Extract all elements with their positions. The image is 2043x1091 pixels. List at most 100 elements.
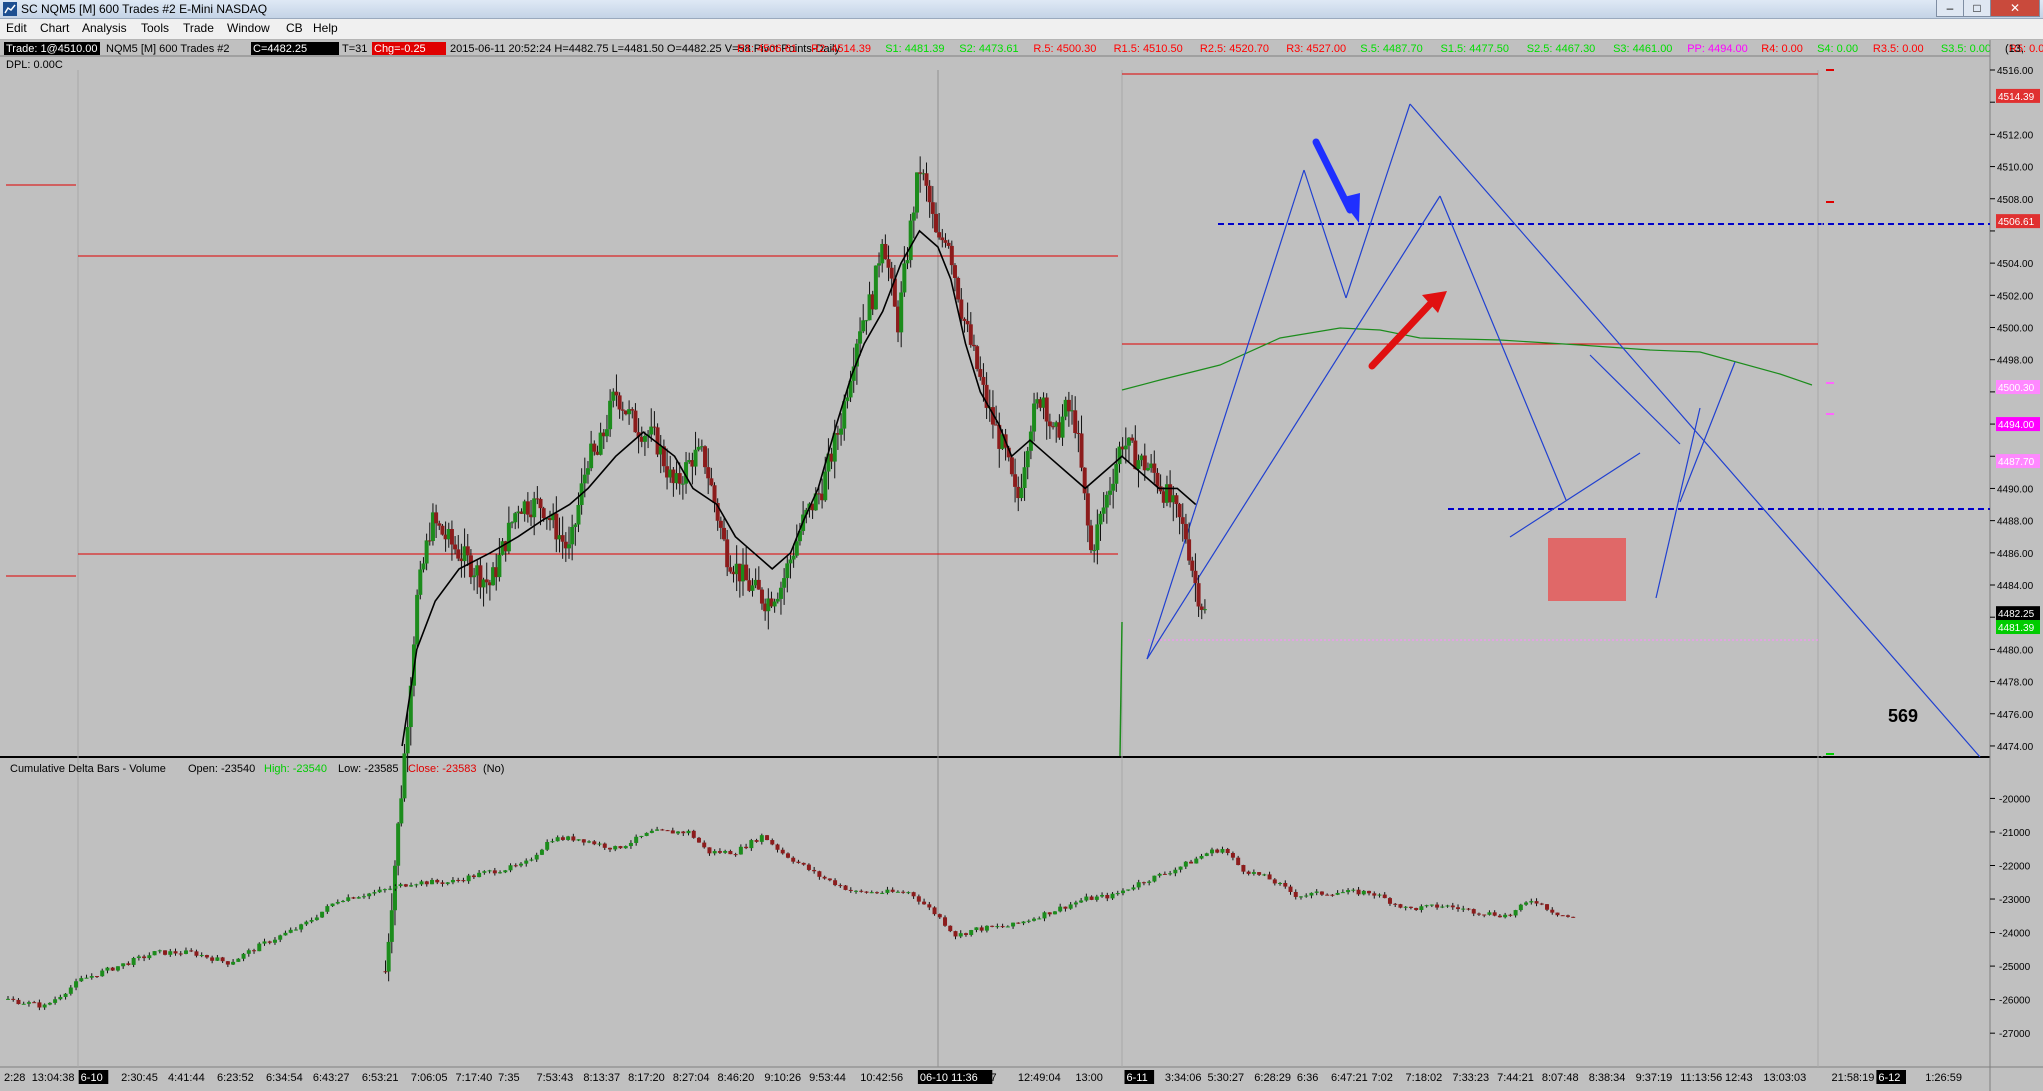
menu-analysis[interactable]: Analysis bbox=[82, 21, 127, 35]
delta-bar bbox=[105, 967, 110, 971]
price-tick-label: 4478.00 bbox=[1997, 678, 2034, 689]
time-label: 6:23:52 bbox=[217, 1072, 254, 1084]
delta-bar bbox=[142, 956, 147, 959]
menu-window[interactable]: Window bbox=[227, 21, 270, 35]
time-axis[interactable]: 2:28 13:04:38 6-10 2:30:45 4:41:44 6:23:52 6:3… bbox=[4, 1070, 1962, 1084]
delta-bar bbox=[1105, 894, 1110, 899]
minimize-button[interactable]: – bbox=[1936, 0, 1964, 17]
delta-bar bbox=[1047, 912, 1052, 915]
time-label: 6:34:54 bbox=[266, 1072, 303, 1084]
candle-body bbox=[756, 579, 761, 590]
time-label: 7:06:05 bbox=[411, 1072, 448, 1084]
price-tick-label: 4508.00 bbox=[1997, 195, 2034, 206]
menu-chart[interactable]: Chart bbox=[40, 21, 69, 35]
delta-bar bbox=[1194, 858, 1199, 864]
candle-body bbox=[1060, 416, 1065, 438]
time-label: 6:28:29 bbox=[1254, 1072, 1291, 1084]
dpl-label: DPL: 0.00C bbox=[6, 59, 63, 71]
delta-low: Low: -23585 bbox=[338, 763, 399, 775]
delta-bar bbox=[47, 1002, 52, 1005]
menu-cb[interactable]: CB bbox=[286, 21, 303, 35]
delta-bar bbox=[869, 892, 874, 894]
price-axis[interactable]: 4474.00 4476.00 4478.00 4480.00 4484.00 4486.… bbox=[1990, 56, 2043, 756]
delta-bar bbox=[1173, 869, 1178, 874]
delta-bar bbox=[68, 987, 73, 994]
delta-bar bbox=[388, 888, 393, 890]
price-tick-label: 4516.00 bbox=[1997, 66, 2034, 77]
delta-bar bbox=[597, 843, 602, 845]
time-label: 7:17:40 bbox=[456, 1072, 493, 1084]
delta-bar bbox=[890, 889, 895, 892]
delta-bar bbox=[398, 884, 403, 887]
time-label: 2:30:45 bbox=[121, 1072, 158, 1084]
delta-bar bbox=[555, 837, 560, 842]
delta-bar bbox=[456, 879, 461, 881]
candle-body bbox=[506, 522, 511, 552]
delta-bar bbox=[498, 872, 503, 874]
price-marker: 4494.00 bbox=[1998, 420, 2035, 431]
symbol-label: NQM5 [M] 600 Trades #2 bbox=[106, 43, 230, 55]
time-label: 1:26:59 bbox=[1925, 1072, 1962, 1084]
candle-body bbox=[1114, 464, 1119, 484]
menu-tools[interactable]: Tools bbox=[141, 21, 169, 35]
time-label: 6-10 bbox=[81, 1072, 103, 1084]
header-right-edge: (13, bbox=[2005, 43, 2024, 55]
delta-bar bbox=[351, 897, 356, 899]
candle-body bbox=[975, 346, 980, 370]
delta-bar bbox=[1487, 912, 1492, 915]
delta-bar bbox=[932, 907, 937, 915]
delta-bar bbox=[482, 871, 487, 873]
price-tick-label: 4476.00 bbox=[1997, 710, 2034, 721]
delta-bar bbox=[1016, 922, 1021, 924]
pivot-label: R3: 4527.00 bbox=[1286, 43, 1346, 55]
close-button[interactable]: ✕ bbox=[1990, 0, 2040, 17]
time-label: 7:53:43 bbox=[537, 1072, 574, 1084]
highlight-zone[interactable] bbox=[1548, 538, 1626, 601]
candle-body bbox=[677, 473, 682, 484]
window-title: SC NQM5 [M] 600 Trades #2 E-Mini NASDAQ bbox=[21, 2, 268, 16]
delta-bar bbox=[1319, 891, 1324, 895]
delta-bar bbox=[126, 963, 131, 965]
time-label: 6:36 bbox=[1297, 1072, 1318, 1084]
price-tick-label: 4490.00 bbox=[1997, 484, 2034, 495]
time-label: 13:00 bbox=[1075, 1072, 1103, 1084]
delta-bar bbox=[1550, 909, 1555, 913]
delta-bar bbox=[1492, 912, 1497, 916]
delta-bar bbox=[84, 977, 89, 979]
maximize-button[interactable]: □ bbox=[1963, 0, 1991, 17]
candle-body bbox=[839, 428, 844, 435]
delta-bar bbox=[115, 966, 120, 971]
candle-body bbox=[592, 443, 597, 452]
candle-body bbox=[1174, 495, 1179, 505]
delta-bar bbox=[1476, 913, 1481, 915]
menu-trade[interactable]: Trade bbox=[183, 21, 214, 35]
time-label: 6:53:21 bbox=[362, 1072, 399, 1084]
delta-bar bbox=[1209, 849, 1214, 854]
price-tick-label: 4474.00 bbox=[1997, 742, 2034, 753]
delta-bar bbox=[361, 896, 366, 898]
price-marker: 4514.39 bbox=[1998, 92, 2035, 103]
delta-bar bbox=[1183, 861, 1188, 867]
chart-area[interactable]: Trade: 1@4510.00 NQM5 [M] 600 Trades #2 … bbox=[0, 40, 2043, 1091]
delta-bar bbox=[571, 836, 576, 841]
delta-tick-label: -24000 bbox=[1999, 929, 2031, 940]
delta-bar bbox=[838, 885, 843, 887]
candle-body bbox=[883, 243, 888, 260]
candle-body bbox=[582, 474, 587, 484]
delta-bar bbox=[1440, 906, 1445, 908]
menu-edit[interactable]: Edit bbox=[6, 21, 27, 35]
delta-bar bbox=[299, 924, 304, 930]
menu-help[interactable]: Help bbox=[313, 21, 338, 35]
change-badge: Chg=-0.25 bbox=[374, 43, 426, 55]
time-label: 9:10:26 bbox=[764, 1072, 801, 1084]
delta-bar bbox=[1058, 906, 1063, 912]
delta-bar bbox=[1026, 920, 1031, 922]
delta-bar bbox=[1220, 849, 1225, 853]
candle-body bbox=[845, 397, 850, 402]
delta-bar bbox=[1545, 904, 1550, 910]
delta-bar bbox=[53, 999, 58, 1003]
delta-bar bbox=[1236, 857, 1241, 866]
candle-body bbox=[706, 467, 711, 479]
candle-body bbox=[785, 563, 790, 579]
candle-body bbox=[712, 485, 717, 503]
